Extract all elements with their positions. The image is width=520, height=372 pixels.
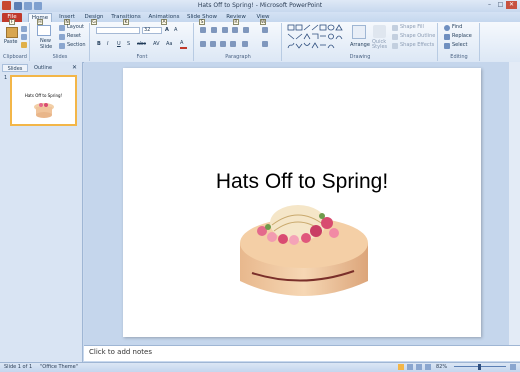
shrink-font-button[interactable]: A [174, 27, 177, 34]
reading-view-icon[interactable] [416, 364, 422, 370]
editing-label: Editing [450, 54, 468, 60]
character-spacing-button[interactable]: AV [153, 41, 160, 48]
replace-button[interactable]: Replace [452, 33, 472, 40]
hat-box-image[interactable] [228, 193, 378, 305]
drawing-label: Drawing [349, 54, 371, 60]
thumb-title: Hats Off to Spring! [24, 93, 63, 98]
quick-styles-button[interactable]: Quick Styles [372, 40, 388, 52]
replace-icon[interactable] [444, 34, 450, 40]
minimize-button[interactable]: – [484, 1, 495, 9]
smartart-icon[interactable] [262, 41, 268, 47]
text-direction-icon[interactable] [262, 27, 268, 33]
new-slide-icon[interactable] [37, 25, 51, 36]
shape-fill-icon[interactable] [392, 25, 398, 31]
select-button[interactable]: Select [452, 42, 467, 49]
align-center-icon[interactable] [210, 41, 216, 47]
numbering-icon[interactable] [211, 27, 217, 33]
bullets-icon[interactable] [200, 27, 206, 33]
shape-fill-button[interactable]: Shape Fill [400, 24, 424, 31]
bold-button[interactable]: B [97, 41, 101, 48]
slide-counter: Slide 1 of 1 [4, 364, 33, 370]
theme-name: "Office Theme" [40, 364, 79, 370]
reset-button[interactable]: Reset [67, 33, 81, 40]
paragraph-label: Paragraph [225, 54, 251, 60]
columns-icon[interactable] [242, 41, 248, 47]
window-title: Hats Off to Spring! - Microsoft PowerPoi… [197, 2, 323, 9]
close-button[interactable]: ✕ [506, 1, 517, 9]
notes-placeholder[interactable]: Click to add notes [89, 348, 152, 356]
font-name-box[interactable] [96, 27, 140, 34]
maximize-button[interactable]: □ [495, 1, 506, 9]
normal-view-icon[interactable] [398, 364, 404, 370]
arrange-button[interactable]: Arrange [350, 42, 370, 49]
layout-button[interactable]: Layout [67, 24, 84, 31]
shadow-button[interactable]: S [127, 41, 130, 48]
section-button[interactable]: Section [67, 42, 86, 49]
strikethrough-button[interactable]: abc [137, 41, 146, 48]
font-label: Font [136, 54, 148, 60]
tab-slides[interactable]: Slides [2, 64, 28, 72]
italic-button[interactable]: I [107, 41, 108, 48]
zoom-level[interactable]: 82% [436, 364, 447, 370]
copy-icon[interactable] [21, 34, 27, 40]
tab-outline[interactable]: Outline [29, 64, 57, 72]
new-slide-button[interactable]: New Slide [40, 38, 58, 52]
shape-outline-button[interactable]: Shape Outline [400, 33, 435, 40]
font-size-box[interactable]: 32 [142, 27, 162, 34]
reset-icon[interactable] [59, 34, 65, 40]
shapes-gallery-icon[interactable] [287, 24, 343, 50]
cut-icon[interactable] [21, 26, 27, 32]
paste-icon[interactable] [6, 27, 18, 38]
vertical-scrollbar[interactable] [509, 62, 520, 345]
justify-icon[interactable] [230, 41, 236, 47]
shape-outline-icon[interactable] [392, 34, 398, 40]
layout-icon[interactable] [59, 25, 65, 31]
slide-show-icon[interactable] [425, 364, 431, 370]
quick-styles-icon[interactable] [373, 25, 386, 38]
align-right-icon[interactable] [220, 41, 226, 47]
align-left-icon[interactable] [200, 41, 206, 47]
line-spacing-icon[interactable] [243, 27, 249, 33]
shape-effects-icon[interactable] [392, 43, 398, 49]
select-icon[interactable] [444, 43, 450, 49]
underline-button[interactable]: U [117, 41, 121, 48]
find-icon[interactable] [444, 25, 450, 31]
grow-font-button[interactable]: A [165, 27, 169, 34]
section-icon[interactable] [59, 43, 65, 49]
paste-button[interactable]: Paste [4, 39, 18, 46]
decrease-indent-icon[interactable] [222, 27, 228, 33]
arrange-icon[interactable] [352, 25, 366, 39]
clipboard-label: Clipboard [3, 54, 27, 60]
font-color-button[interactable]: A [180, 41, 187, 49]
shape-effects-button[interactable]: Shape Effects [400, 42, 434, 49]
fit-slide-icon[interactable] [510, 364, 516, 370]
pane-close-icon[interactable]: ✕ [72, 64, 77, 71]
slide-title[interactable]: Hats Off to Spring! [123, 170, 481, 194]
thumb-number: 1 [4, 75, 8, 81]
find-button[interactable]: Find [452, 24, 462, 31]
format-painter-icon[interactable] [21, 42, 27, 48]
increase-indent-icon[interactable] [232, 27, 238, 33]
slides-label: Slides [52, 54, 68, 60]
zoom-slider-thumb[interactable] [478, 364, 481, 370]
thumb-hat-image [34, 103, 54, 118]
slide-sorter-icon[interactable] [407, 364, 413, 370]
change-case-button[interactable]: Aa [166, 41, 172, 48]
